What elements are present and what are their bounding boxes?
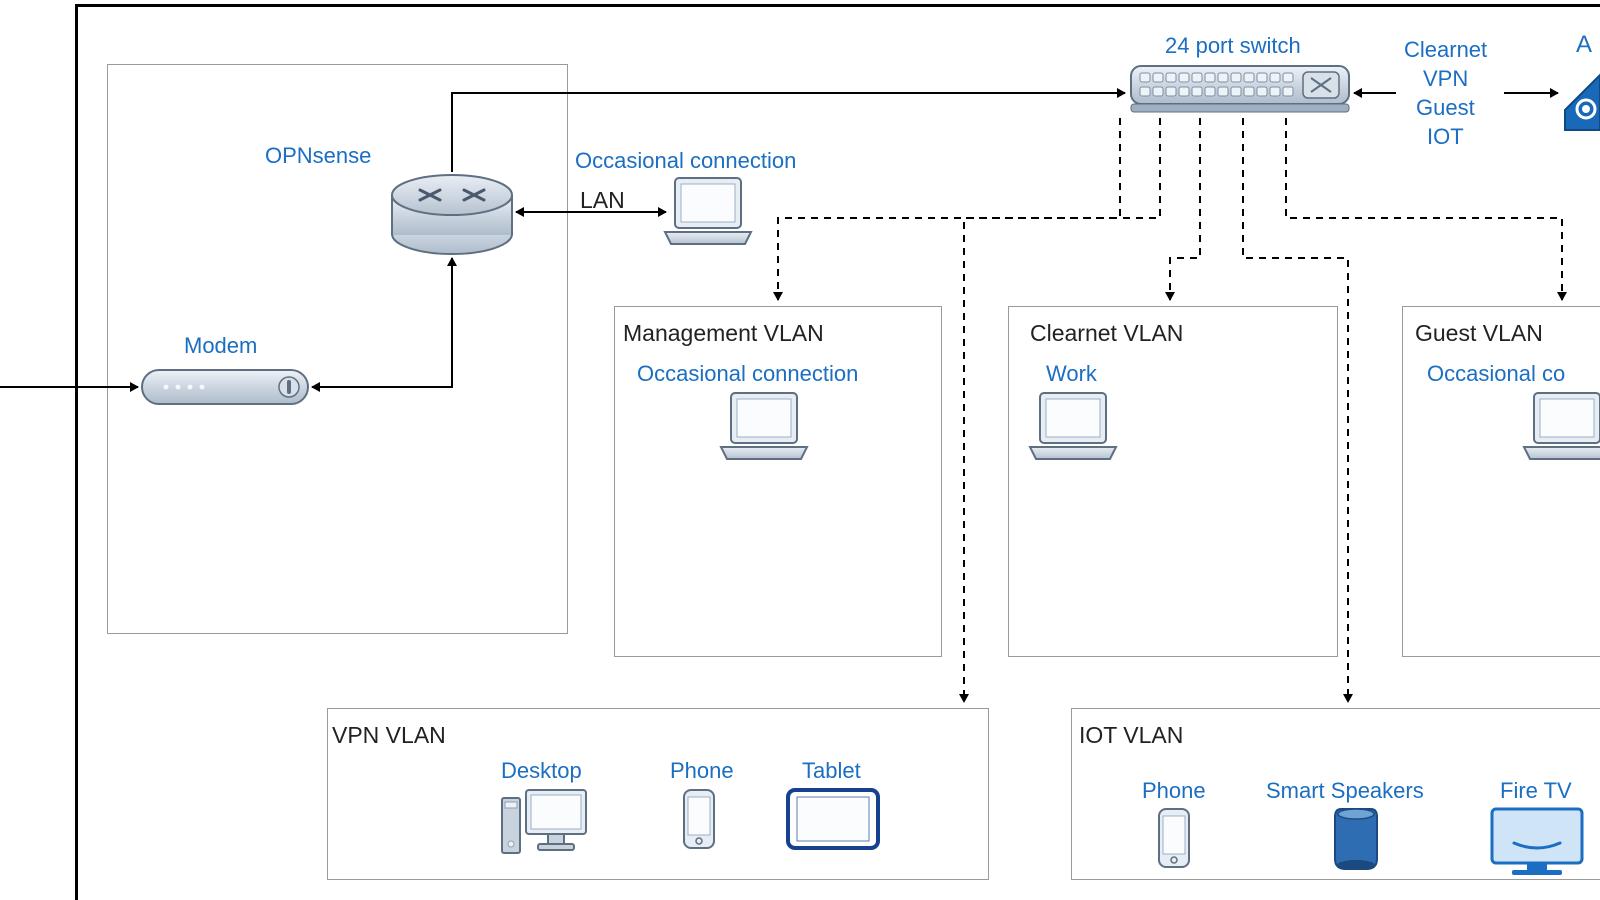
phone-icon (684, 790, 714, 848)
modem-icon (142, 370, 308, 404)
phone-icon (1159, 809, 1189, 867)
svg-layer (0, 0, 1600, 900)
desktop-icon (502, 790, 586, 853)
tablet-icon (788, 790, 878, 848)
laptop-icon (1524, 393, 1600, 459)
laptop-icon (1030, 393, 1116, 459)
switch-icon (1131, 66, 1349, 112)
tv-icon (1492, 809, 1582, 875)
laptop-icon (665, 178, 751, 244)
laptop-icon (721, 393, 807, 459)
diagram-canvas: OPNsense Modem 24 port switch Clearnet V… (0, 0, 1600, 900)
router-icon (392, 175, 512, 254)
access-point-icon (1565, 75, 1600, 130)
smart-speaker-icon (1335, 809, 1377, 870)
